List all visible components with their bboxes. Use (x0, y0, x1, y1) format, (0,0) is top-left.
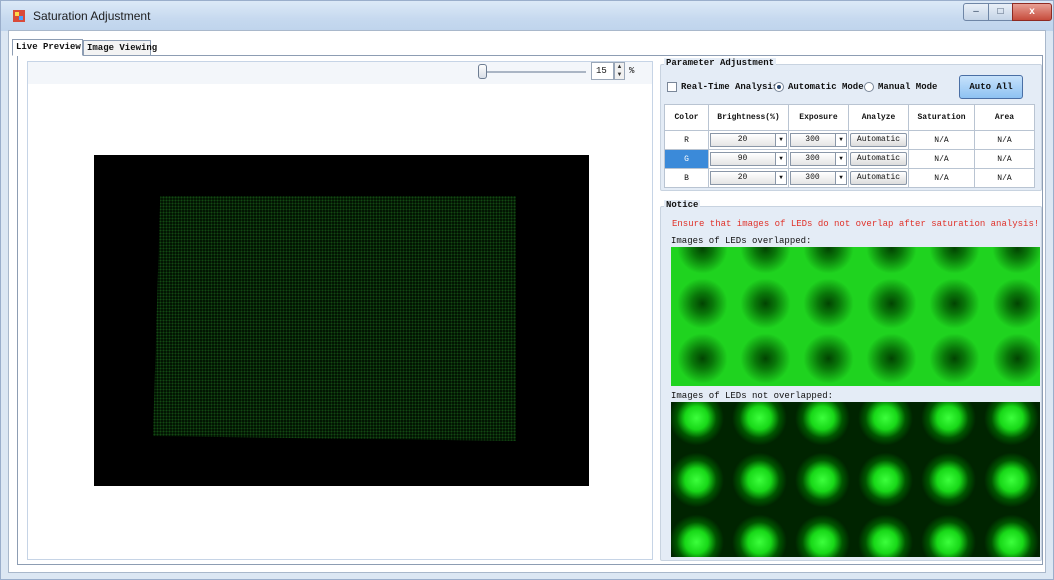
chevron-down-icon[interactable]: ▼ (775, 153, 786, 165)
exposure-dropdown[interactable]: 300 ▼ (790, 133, 847, 147)
zoom-slider-thumb[interactable] (478, 64, 487, 79)
column-header-area: Area (974, 104, 1035, 131)
spin-up-icon[interactable]: ▲ (615, 63, 624, 71)
window-title: Saturation Adjustment (33, 9, 151, 23)
saturation-cell: N/A (908, 168, 975, 188)
area-cell: N/A (974, 168, 1035, 188)
chevron-down-icon[interactable]: ▼ (835, 172, 846, 184)
brightness-dropdown[interactable]: 90 ▼ (710, 152, 787, 166)
analyze-button[interactable]: Automatic (850, 152, 907, 166)
zoom-value-input[interactable]: 15 (591, 62, 614, 80)
close-button[interactable]: x (1012, 3, 1052, 21)
manual-mode-radio[interactable] (864, 82, 874, 92)
saturation-cell: N/A (908, 149, 975, 169)
exposure-value: 300 (805, 154, 820, 163)
tab-live-preview[interactable]: Live Preview (12, 39, 83, 56)
color-cell[interactable]: B (664, 168, 709, 188)
exposure-value: 300 (805, 135, 820, 144)
exposure-value: 300 (805, 173, 820, 182)
spin-down-icon[interactable]: ▼ (615, 71, 624, 79)
zoom-spinner[interactable]: ▲ ▼ (614, 62, 625, 80)
preview-toolbar (28, 62, 652, 84)
automatic-mode-radio[interactable] (774, 82, 784, 92)
brightness-dropdown[interactable]: 20 ▼ (710, 133, 787, 147)
manual-mode-label[interactable]: Manual Mode (878, 82, 937, 92)
chevron-down-icon[interactable]: ▼ (835, 153, 846, 165)
column-header-exposure: Exposure (788, 104, 849, 131)
zoom-slider-track[interactable] (483, 71, 586, 73)
tab-image-viewing[interactable]: Image Viewing (83, 40, 157, 56)
color-cell[interactable]: R (664, 130, 709, 150)
not-overlapped-label: Images of LEDs not overlapped: (671, 391, 834, 401)
column-header-color: Color (664, 104, 709, 131)
column-header-analyze: Analyze (848, 104, 909, 131)
brightness-value: 90 (737, 154, 748, 163)
realtime-analysis-label[interactable]: Real-Time Analysis (681, 82, 778, 92)
color-cell[interactable]: G (664, 149, 709, 169)
table-row[interactable]: R 20 ▼ 300 ▼ Automatic N/A N/A (664, 130, 1035, 150)
brightness-dropdown[interactable]: 20 ▼ (710, 171, 787, 185)
exposure-dropdown[interactable]: 300 ▼ (790, 152, 847, 166)
notice-title: Notice (664, 200, 701, 210)
area-cell: N/A (974, 149, 1035, 169)
chevron-down-icon[interactable]: ▼ (835, 134, 846, 146)
led-screen-capture (153, 196, 516, 441)
analyze-button[interactable]: Automatic (850, 171, 907, 185)
table-row[interactable]: B 20 ▼ 300 ▼ Automatic N/A N/A (664, 168, 1035, 188)
app-icon (13, 10, 25, 22)
brightness-value: 20 (737, 135, 748, 144)
table-header-row: Color Brightness(%) Exposure Analyze Sat… (664, 104, 1035, 131)
column-header-saturation: Saturation (908, 104, 975, 131)
exposure-dropdown[interactable]: 300 ▼ (790, 171, 847, 185)
overlapped-label: Images of LEDs overlapped: (671, 236, 812, 246)
title-bar[interactable]: Saturation Adjustment – □ x (1, 1, 1053, 31)
saturation-cell: N/A (908, 130, 975, 150)
parameter-adjustment-title: Parameter Adjustment (664, 58, 777, 68)
realtime-analysis-checkbox[interactable] (667, 82, 677, 92)
parameter-table: Color Brightness(%) Exposure Analyze Sat… (664, 104, 1035, 188)
analyze-button[interactable]: Automatic (850, 133, 907, 147)
zoom-unit-label: % (629, 66, 635, 76)
not-overlapped-leds-image (671, 402, 1040, 557)
column-header-brightness: Brightness(%) (708, 104, 789, 131)
overlapped-leds-image (671, 247, 1040, 386)
notice-warning-text: Ensure that images of LEDs do not overla… (672, 219, 1040, 229)
table-row[interactable]: G 90 ▼ 300 ▼ Automatic N/A N/A (664, 149, 1035, 169)
chevron-down-icon[interactable]: ▼ (775, 134, 786, 146)
chevron-down-icon[interactable]: ▼ (775, 172, 786, 184)
automatic-mode-label[interactable]: Automatic Mode (788, 82, 864, 92)
minimize-button[interactable]: – (963, 3, 989, 21)
area-cell: N/A (974, 130, 1035, 150)
auto-all-button[interactable]: Auto All (959, 75, 1023, 99)
brightness-value: 20 (737, 173, 748, 182)
maximize-button[interactable]: □ (988, 3, 1013, 21)
